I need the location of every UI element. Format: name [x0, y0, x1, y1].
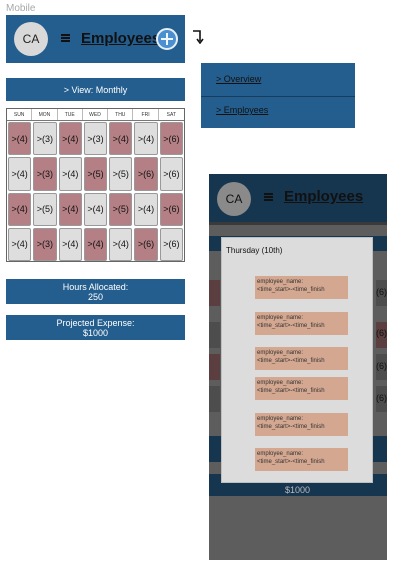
shift-card[interactable]: employee_name: <time_start>-<time_finish: [255, 448, 348, 471]
shift-employee: employee_name:: [257, 350, 304, 356]
calendar-grid: >(4) >(3) >(4) >(3) >(4) >(4) >(6) >(4) …: [7, 121, 184, 262]
day-detail-screen: CA Employees (6) (6) (6) (6) $1000 Thurs…: [209, 174, 387, 560]
calendar-day-cell[interactable]: >(4): [8, 227, 32, 261]
day-header-thu: THU: [108, 109, 134, 120]
projected-expense-panel: Projected Expense: $1000: [6, 315, 185, 340]
dimmed-cell: [209, 386, 220, 412]
calendar-header: SUN MON TUE WED THU FRI SAT: [7, 109, 184, 121]
dimmed-header: CA Employees: [209, 174, 387, 222]
month-calendar: SUN MON TUE WED THU FRI SAT >(4) >(3) >(…: [6, 108, 185, 262]
calendar-day-cell[interactable]: >(3): [83, 122, 108, 156]
page-title[interactable]: Employees: [81, 30, 160, 47]
hamburger-menu-icon[interactable]: [61, 34, 70, 42]
dimmed-cell-value: (6): [376, 328, 387, 338]
calendar-day-cell[interactable]: >(5): [33, 192, 57, 226]
dimmed-cell-value: (6): [376, 361, 387, 371]
shift-time: <time_start>-<time_finish: [257, 424, 325, 430]
menu-item-employees[interactable]: > Employees: [216, 105, 268, 115]
calendar-day-cell[interactable]: >(4): [109, 227, 133, 261]
dimmed-cell-value: (6): [376, 393, 387, 403]
shift-card[interactable]: employee_name: <time_start>-<time_finish: [255, 377, 348, 400]
dimmed-cell-value: (6): [376, 287, 387, 297]
day-header-sun: SUN: [7, 109, 33, 120]
flow-arrow-icon: [193, 30, 204, 44]
shift-employee: employee_name:: [257, 279, 304, 285]
shift-time: <time_start>-<time_finish: [257, 358, 325, 364]
calendar-day-cell[interactable]: >(4): [83, 227, 108, 261]
hamburger-menu-icon: [264, 193, 273, 201]
dimmed-cell: [209, 280, 220, 306]
expense-value: $1000: [82, 327, 109, 338]
shift-time: <time_start>-<time_finish: [257, 323, 325, 329]
day-header-mon: MON: [32, 109, 58, 120]
expense-label: Projected Expense:: [56, 317, 135, 328]
page-title: Employees: [284, 188, 364, 205]
avatar[interactable]: CA: [14, 22, 48, 56]
mobile-label: Mobile: [6, 3, 36, 14]
nav-menu: > Overview > Employees: [201, 63, 355, 128]
app-header: CA Employees: [6, 15, 185, 63]
hours-value: 250: [87, 291, 104, 302]
shift-time: <time_start>-<time_finish: [257, 459, 325, 465]
calendar-day-cell[interactable]: >(4): [109, 122, 133, 156]
calendar-day-cell[interactable]: >(4): [83, 192, 108, 226]
dimmed-expense-value: $1000: [285, 485, 311, 495]
calendar-day-cell[interactable]: >(6): [134, 157, 158, 191]
shift-time: <time_start>-<time_finish: [257, 287, 325, 293]
calendar-day-cell[interactable]: >(4): [58, 122, 82, 156]
hours-label: Hours Allocated:: [62, 281, 129, 292]
shift-card[interactable]: employee_name: <time_start>-<time_finish: [255, 276, 348, 299]
dimmed-cell: [209, 322, 220, 348]
calendar-day-cell[interactable]: >(5): [109, 192, 133, 226]
calendar-day-cell[interactable]: >(4): [58, 192, 82, 226]
avatar: CA: [217, 182, 251, 216]
day-header-sat: SAT: [166, 111, 177, 118]
menu-divider: [201, 96, 355, 97]
shift-card[interactable]: employee_name: <time_start>-<time_finish: [255, 312, 348, 335]
calendar-day-cell[interactable]: >(4): [8, 192, 32, 226]
shift-employee: employee_name:: [257, 416, 304, 422]
calendar-day-cell[interactable]: >(3): [33, 122, 57, 156]
add-icon[interactable]: [156, 28, 178, 50]
dimmed-cell: [209, 354, 220, 380]
shift-card[interactable]: employee_name: <time_start>-<time_finish: [255, 347, 348, 370]
calendar-day-cell[interactable]: >(3): [33, 227, 57, 261]
calendar-day-cell[interactable]: >(5): [83, 157, 108, 191]
calendar-day-cell[interactable]: >(3): [33, 157, 57, 191]
hours-allocated-panel: Hours Allocated: 250: [6, 279, 185, 304]
shift-employee: employee_name:: [257, 451, 304, 457]
modal-title: Thursday (10th): [226, 246, 283, 255]
calendar-day-cell[interactable]: >(6): [159, 192, 183, 226]
calendar-day-cell[interactable]: >(4): [8, 122, 32, 156]
calendar-day-cell[interactable]: >(4): [8, 157, 32, 191]
shift-card[interactable]: employee_name: <time_start>-<time_finish: [255, 413, 348, 436]
shift-employee: employee_name:: [257, 315, 304, 321]
shift-time: <time_start>-<time_finish: [257, 388, 325, 394]
calendar-day-cell[interactable]: >(4): [134, 122, 158, 156]
calendar-day-cell[interactable]: >(6): [159, 122, 183, 156]
calendar-day-cell[interactable]: >(6): [134, 227, 158, 261]
day-header-fri: FRI: [133, 109, 159, 120]
calendar-day-cell[interactable]: >(4): [134, 192, 158, 226]
view-selector-button[interactable]: > View: Monthly: [6, 78, 185, 101]
day-header-wed: WED: [83, 109, 109, 120]
calendar-day-cell[interactable]: >(4): [58, 157, 82, 191]
menu-item-overview[interactable]: > Overview: [216, 74, 261, 84]
day-detail-modal: Thursday (10th) employee_name: <time_sta…: [221, 237, 373, 483]
shift-employee: employee_name:: [257, 380, 304, 386]
calendar-day-cell[interactable]: >(4): [58, 227, 82, 261]
calendar-day-cell[interactable]: >(6): [159, 157, 183, 191]
calendar-day-cell[interactable]: >(5): [109, 157, 133, 191]
calendar-day-cell[interactable]: >(6): [159, 227, 183, 261]
day-header-tue: TUE: [58, 109, 83, 120]
dimmed-divider: [209, 222, 387, 225]
